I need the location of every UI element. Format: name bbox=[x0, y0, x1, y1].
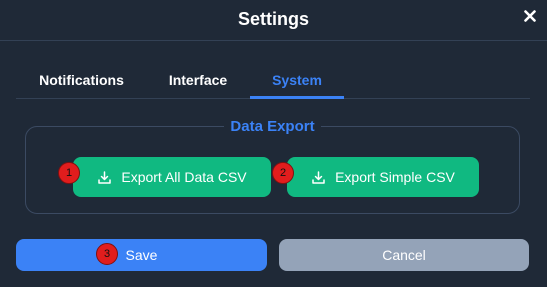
tab-notifications[interactable]: Notifications bbox=[20, 62, 143, 99]
marker-badge-3: 3 bbox=[96, 243, 118, 265]
dialog-title: Settings bbox=[237, 9, 309, 29]
export-all-data-csv-label: Export All Data CSV bbox=[121, 169, 247, 185]
close-button[interactable] bbox=[519, 5, 541, 27]
download-icon bbox=[98, 170, 112, 184]
cancel-button[interactable]: Cancel bbox=[279, 239, 529, 271]
export-simple-csv-label: Export Simple CSV bbox=[335, 169, 455, 185]
close-icon bbox=[524, 10, 536, 22]
marker-badge-1: 1 bbox=[58, 162, 80, 184]
marker-badge-2: 2 bbox=[272, 162, 294, 184]
tab-system[interactable]: System bbox=[250, 62, 344, 99]
export-all-data-csv-button[interactable]: Export All Data CSV bbox=[73, 157, 271, 197]
tab-interface[interactable]: Interface bbox=[153, 62, 243, 99]
export-simple-csv-button[interactable]: Export Simple CSV bbox=[287, 157, 479, 197]
download-icon bbox=[312, 170, 325, 184]
data-export-legend: Data Export bbox=[26, 118, 519, 136]
dialog-header: Settings bbox=[0, 0, 547, 41]
save-button[interactable]: Save bbox=[16, 239, 267, 271]
data-export-legend-text: Data Export bbox=[224, 118, 321, 135]
settings-tabs: Notifications Interface System bbox=[16, 62, 530, 99]
